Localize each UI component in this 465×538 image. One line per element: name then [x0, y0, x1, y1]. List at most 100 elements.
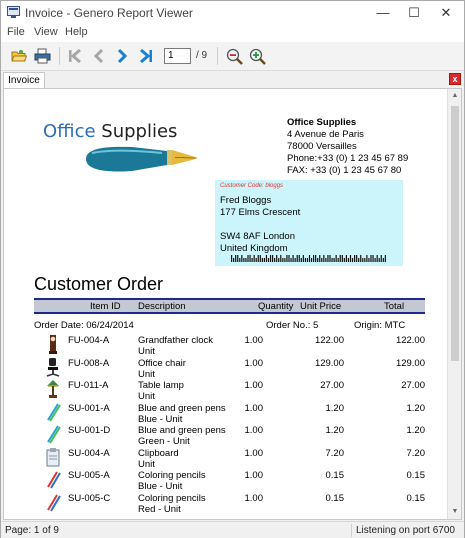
print-button[interactable]	[32, 46, 52, 66]
report-page: Office Supplies Office Supplies 4 Avenue…	[12, 89, 445, 519]
order-date: Order Date: 06/24/2014	[34, 320, 134, 331]
first-page-button[interactable]	[65, 46, 85, 66]
next-page-button[interactable]	[112, 46, 132, 66]
scroll-up-icon[interactable]: ▲	[450, 91, 460, 101]
order-origin: Origin: MTC	[354, 320, 406, 331]
close-icon: x	[452, 74, 458, 84]
description-cell: Blue and green pens	[138, 402, 226, 414]
menu-view[interactable]: View	[34, 26, 58, 38]
quantity-cell: 1.00	[244, 357, 264, 369]
table-row: SU-001-A Blue and green pens 1.00 1.20 1.20 B…	[34, 402, 425, 426]
total-cell: 0.15	[406, 492, 426, 504]
order-number: 5	[313, 320, 319, 331]
company-address-line: 78000 Versailles	[287, 141, 357, 152]
quantity-cell: 1.00	[244, 402, 264, 414]
table-row: SU-005-A Coloring pencils 1.00 0.15 0.15 Blue…	[34, 469, 425, 493]
tab-invoice[interactable]: Invoice	[3, 72, 45, 88]
close-icon: ✕	[440, 4, 452, 20]
pens-icon	[46, 402, 61, 422]
open-button[interactable]	[9, 46, 29, 66]
column-item-id: Item ID	[90, 301, 121, 312]
customer-postcode-city: SW4 8AF London	[220, 231, 295, 242]
close-button[interactable]: ✕	[431, 1, 461, 24]
minimize-button[interactable]: —	[368, 1, 398, 24]
zoom-out-button[interactable]	[224, 46, 244, 66]
description-subline: Red - Unit	[138, 503, 181, 515]
description-subline: Green - Unit	[138, 436, 190, 447]
last-page-icon	[140, 48, 152, 64]
pencils-icon	[46, 492, 61, 512]
item-id-cell: FU-008-A	[68, 357, 110, 369]
app-icon	[7, 6, 20, 18]
scroll-down-icon[interactable]: ▼	[450, 507, 460, 517]
toolbar: 1 / 9	[1, 42, 464, 71]
scroll-thumb[interactable]	[451, 106, 459, 361]
table-row: FU-011-A Table lamp 1.00 27.00 27.00 Unit	[34, 379, 425, 403]
company-logo-text: Office Supplies	[43, 121, 178, 142]
column-description: Description	[138, 301, 186, 312]
chevron-left-icon	[93, 48, 104, 64]
report-viewport[interactable]: Office Supplies Office Supplies 4 Avenue…	[3, 88, 462, 520]
description-cell: Coloring pencils	[138, 470, 206, 481]
title-bar: Invoice - Genero Report Viewer — ☐ ✕	[1, 1, 464, 24]
company-address-block: Office Supplies 4 Avenue de Paris 78000 …	[287, 117, 408, 177]
report-title: Customer Order	[34, 274, 164, 294]
toolbar-separator	[217, 47, 218, 65]
maximize-button[interactable]: ☐	[399, 1, 429, 24]
item-id-cell: SU-005-C	[68, 492, 111, 504]
menu-help[interactable]: Help	[65, 26, 88, 38]
description-cell: Grandfather clock	[138, 335, 213, 346]
description-subline: Blue - Unit	[138, 481, 183, 492]
menu-file[interactable]: File	[7, 26, 25, 38]
unit-price-cell: 1.20	[325, 402, 345, 414]
chevron-right-icon	[117, 48, 128, 64]
table-header: Item ID Description Quantity Unit Price …	[34, 298, 425, 314]
zoom-in-button[interactable]	[247, 46, 267, 66]
customer-address-box: Customer Code: bloggs Fred Bloggs 177 El…	[215, 180, 403, 266]
chair-icon	[46, 357, 60, 377]
total-cell: 1.20	[406, 425, 426, 436]
order-number-label: Order No.:	[266, 320, 311, 331]
table-row: SU-005-C Coloring pencils 1.00 0.15 0.15 Red …	[34, 492, 425, 516]
pens-icon	[46, 424, 61, 444]
close-tab-button[interactable]: x	[449, 73, 461, 85]
printer-icon	[34, 48, 50, 64]
zoom-out-icon	[226, 48, 243, 65]
company-phone: Phone:+33 (0) 1 23 45 67 89	[287, 153, 409, 164]
viewer-window: Invoice - Genero Report Viewer — ☐ ✕ Fil…	[0, 0, 465, 538]
maximize-icon: ☐	[408, 4, 420, 20]
minimize-icon: —	[376, 5, 390, 20]
last-page-button[interactable]	[136, 46, 156, 66]
description-subline: Unit	[138, 458, 155, 470]
pencils-icon	[46, 469, 61, 489]
company-address-line: 4 Avenue de Paris	[287, 129, 364, 140]
description-subline: Unit	[138, 346, 155, 357]
vertical-scrollbar[interactable]: ▲ ▼	[447, 89, 461, 519]
page-total-label: / 9	[196, 50, 208, 61]
unit-price-cell: 7.20	[325, 447, 345, 459]
page-number-input[interactable]: 1	[164, 48, 191, 64]
window-title: Invoice - Genero Report Viewer	[25, 6, 193, 20]
quantity-cell: 1.00	[244, 425, 264, 436]
description-cell: Blue and green pens	[138, 425, 226, 436]
status-bar: Page: 1 of 9 Listening on port 6700	[1, 521, 464, 538]
customer-code: Customer Code: bloggs	[220, 183, 284, 189]
status-separator	[351, 524, 352, 537]
table-row: FU-008-A Office chair 1.00 129.00 129.00 Unit	[34, 357, 425, 381]
previous-page-button[interactable]	[89, 46, 109, 66]
table-row: SU-004-A Clipboard 1.00 7.20 7.20 Unit	[34, 447, 425, 471]
company-fax: FAX: +33 (0) 1 23 45 67 80	[287, 165, 402, 176]
item-id-cell: FU-011-A	[68, 380, 109, 391]
item-id-cell: SU-001-A	[68, 402, 110, 414]
description-subline: Unit	[138, 368, 155, 380]
table-row: SU-001-D Blue and green pens 1.00 1.20 1.20 G…	[34, 424, 425, 448]
description-subline: Unit	[138, 391, 155, 402]
clock-icon	[46, 334, 60, 354]
document-tab-bar: Invoice x	[1, 71, 464, 88]
clipboard-icon	[46, 447, 60, 467]
unit-price-cell: 1.20	[325, 425, 345, 436]
customer-country: United Kingdom	[220, 243, 288, 254]
quantity-cell: 1.00	[244, 335, 264, 346]
column-unit-price: Unit Price	[300, 301, 342, 312]
total-cell: 122.00	[395, 335, 425, 346]
